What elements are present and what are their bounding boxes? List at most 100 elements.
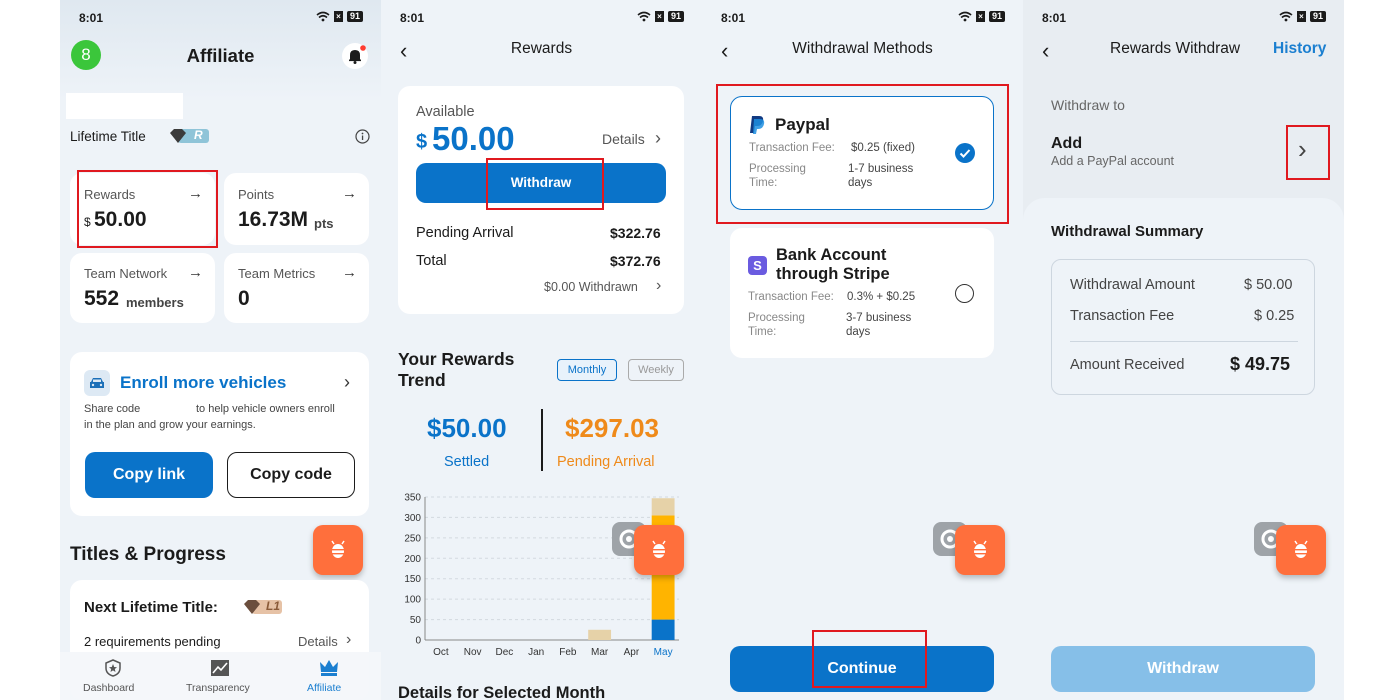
status-icons: × 91 — [637, 11, 684, 22]
x-tick-label: May — [654, 647, 673, 658]
notification-icon: × — [654, 11, 664, 22]
paypal-option[interactable]: Paypal Transaction Fee: $0.25 (fixed) Pr… — [730, 96, 994, 210]
status-icons: × 91 — [958, 11, 1005, 22]
info-icon[interactable] — [355, 129, 370, 144]
time-value: 1-7 business — [848, 163, 914, 175]
bug-icon — [331, 540, 345, 558]
bar-mar — [588, 629, 612, 640]
team-metrics-value: 0 — [238, 287, 250, 310]
withdrawn-link[interactable]: $0.00 Withdrawn — [544, 280, 638, 294]
status-bar: 8:01 × 91 — [702, 0, 1023, 36]
stripe-option[interactable]: S Bank Account through Stripe Transactio… — [730, 228, 994, 358]
shield-star-icon — [105, 659, 121, 677]
wifi-icon — [958, 11, 972, 22]
arrow-right-icon: → — [342, 264, 357, 281]
paypal-icon — [750, 116, 765, 134]
enroll-title[interactable]: Enroll more vehicles — [120, 373, 286, 393]
page-title: Rewards — [510, 40, 573, 57]
rewards-card[interactable]: Rewards → $ 50.00 — [70, 173, 215, 245]
details-link[interactable]: Details — [298, 634, 338, 649]
copy-link-button[interactable]: Copy link — [85, 452, 213, 498]
fee-label: Transaction Fee — [1070, 308, 1175, 324]
team-network-value: 552 — [84, 287, 120, 310]
received-value: $ 49.75 — [1230, 354, 1291, 374]
y-tick-label: 300 — [404, 513, 421, 524]
chevron-right-icon: › — [655, 128, 661, 148]
add-account-row[interactable]: Add Add a PayPal account › — [1041, 126, 1331, 178]
page-title: Affiliate — [186, 45, 255, 66]
summary-panel: Withdrawal Summary Withdrawal Amount $ 5… — [1023, 198, 1344, 700]
x-tick-label: Nov — [464, 647, 482, 658]
bug-report-button[interactable] — [313, 525, 363, 575]
enroll-card: Enroll more vehicles › Share code to hel… — [70, 352, 369, 516]
withdraw-button[interactable]: Withdraw — [416, 163, 666, 203]
status-time: 8:01 — [400, 11, 425, 25]
x-tick-label: Oct — [433, 647, 449, 658]
bug-report-button[interactable] — [955, 525, 1005, 575]
bell-button[interactable] — [342, 43, 368, 69]
fee-value: $ 0.25 — [1254, 308, 1295, 324]
status-time: 8:01 — [79, 11, 104, 25]
y-tick-label: 0 — [415, 636, 421, 647]
fee-value: $0.25 (fixed) — [851, 142, 915, 154]
nav-dashboard[interactable]: Dashboard — [82, 654, 144, 698]
chevron-right-icon[interactable]: › — [344, 372, 350, 393]
section-title: Titles & Progress — [70, 544, 226, 565]
paypal-name: Paypal — [775, 115, 830, 134]
monthly-toggle[interactable]: Monthly — [557, 359, 617, 381]
crown-icon — [320, 660, 338, 676]
enroll-desc-c: in the plan and grow your earnings. — [84, 419, 256, 431]
status-bar: 8:01 × 91 — [381, 0, 702, 36]
radio-empty-icon[interactable] — [955, 284, 974, 303]
stripe-name-1: Bank Account — [776, 246, 887, 264]
battery-level: 91 — [988, 11, 1005, 22]
add-title: Add — [1051, 135, 1083, 152]
rewards-withdraw-screen: 8:01 × 91 ‹ Rewards Withdraw History Wit… — [1023, 0, 1344, 700]
bug-icon — [973, 540, 987, 558]
available-value: 50.00 — [432, 120, 515, 157]
withdraw-button[interactable]: Withdraw — [1051, 646, 1315, 692]
team-metrics-card[interactable]: Team Metrics → 0 — [224, 253, 369, 323]
pending-label: Pending Arrival — [416, 225, 514, 241]
pending-value: $322.76 — [610, 225, 661, 241]
continue-button[interactable]: Continue — [730, 646, 994, 692]
time-value: days — [846, 326, 871, 338]
copy-code-button[interactable]: Copy code — [227, 452, 355, 498]
history-link[interactable]: History — [1273, 40, 1326, 58]
add-subtitle: Add a PayPal account — [1051, 154, 1174, 168]
total-label: Total — [416, 253, 447, 269]
y-tick-label: 350 — [404, 493, 421, 504]
fee-label: Transaction Fee: — [748, 291, 834, 303]
check-circle-icon[interactable] — [955, 143, 975, 163]
y-tick-label: 100 — [404, 595, 421, 606]
bug-report-button[interactable] — [634, 525, 684, 575]
page-title: Rewards Withdraw — [1110, 40, 1241, 57]
time-value: 3-7 business — [846, 312, 912, 324]
divider — [541, 409, 543, 471]
weekly-toggle[interactable]: Weekly — [628, 359, 684, 381]
amount-value: $ 50.00 — [1244, 277, 1293, 293]
details-link[interactable]: Details — [602, 131, 645, 147]
back-chevron-icon[interactable]: ‹ — [1042, 38, 1049, 64]
nav-transparency[interactable]: Transparency — [184, 654, 256, 698]
y-tick-label: 50 — [410, 615, 422, 626]
bug-report-button[interactable] — [1276, 525, 1326, 575]
withdrawal-methods-screen: 8:01 × 91 ‹ Withdrawal Methods Paypal Tr… — [702, 0, 1023, 700]
trend-title-2: Trend — [398, 370, 446, 390]
points-label: Points — [238, 187, 275, 202]
bar-may — [651, 498, 675, 516]
time-label: Time: — [748, 326, 777, 338]
points-card[interactable]: Points → 16.73M pts — [224, 173, 369, 245]
next-badge-text: L1 — [266, 599, 281, 613]
divider — [1070, 341, 1298, 342]
team-network-card[interactable]: Team Network → 552 members — [70, 253, 215, 323]
status-bar: 8:01 × 91 — [1023, 0, 1344, 36]
nav-affiliate[interactable]: Affiliate — [304, 654, 360, 698]
title-badge: R — [168, 127, 210, 150]
enroll-desc-b: to help vehicle owners enroll — [196, 403, 335, 415]
team-network-unit: members — [126, 295, 184, 310]
battery-level: 91 — [667, 11, 684, 22]
pending-big-value: $297.03 — [565, 413, 659, 443]
chevron-right-icon: › — [346, 631, 352, 648]
requirements-text: 2 requirements pending — [84, 634, 221, 649]
